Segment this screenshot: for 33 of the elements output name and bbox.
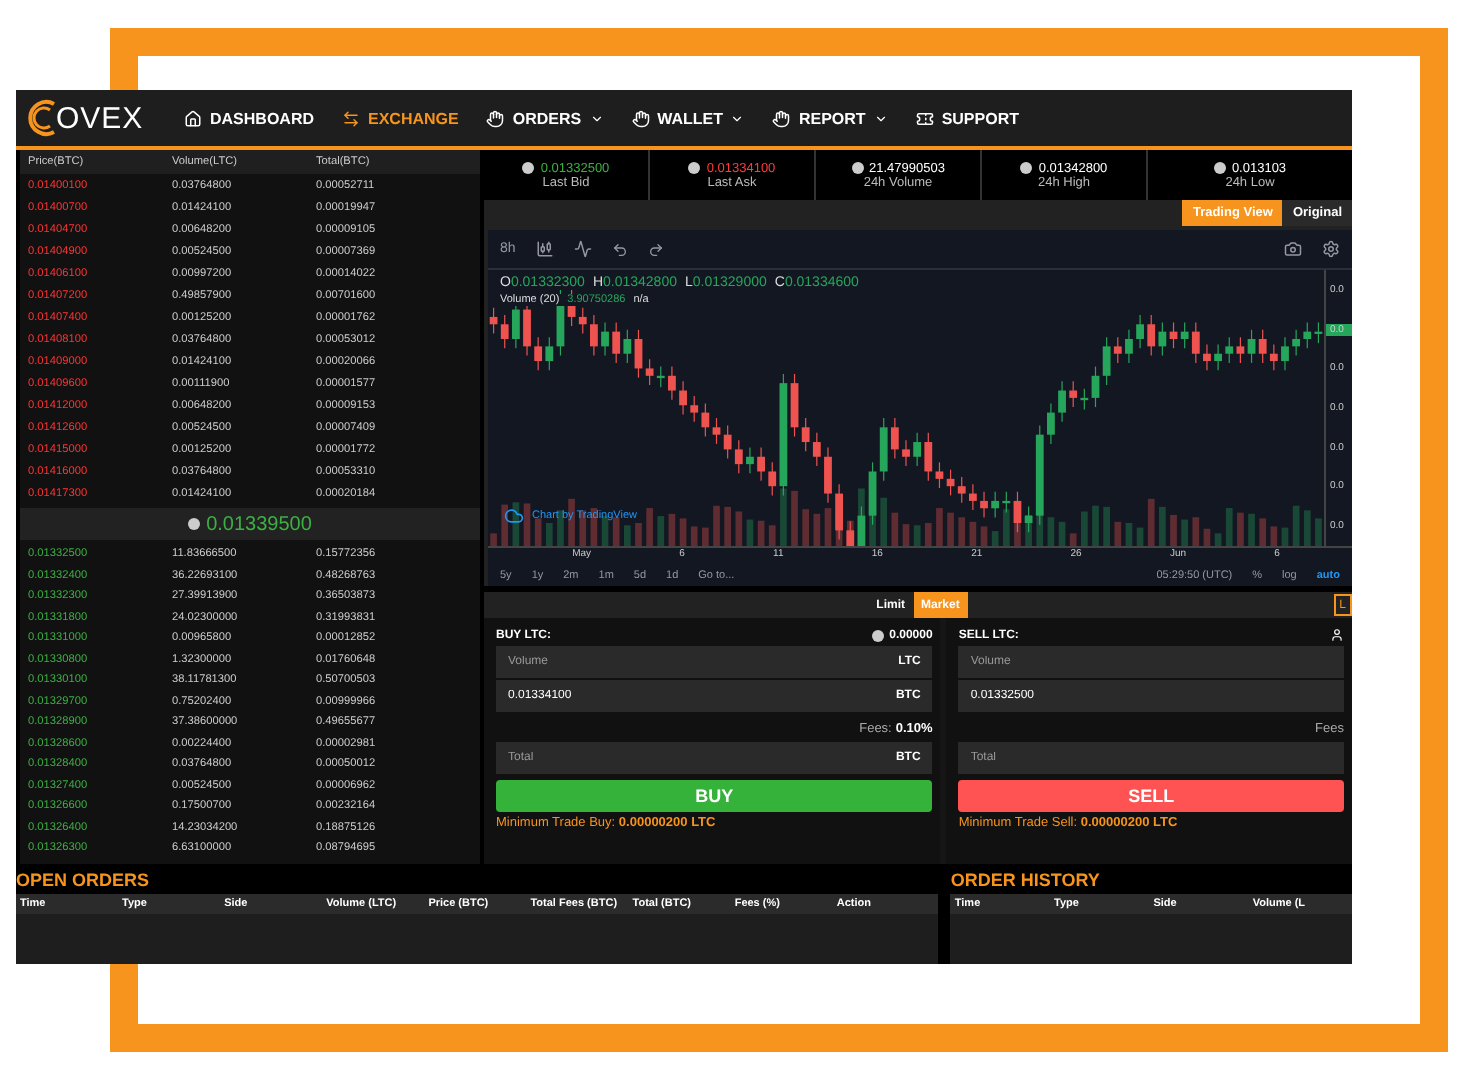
coin-icon bbox=[1213, 162, 1226, 174]
order-history-title: ORDER HISTORY bbox=[950, 868, 1102, 894]
undo-icon[interactable] bbox=[611, 241, 628, 257]
logo-text: OVEX bbox=[56, 101, 144, 135]
user-icon bbox=[1330, 628, 1344, 642]
nav-link[interactable]: DASHBOARD bbox=[184, 109, 314, 127]
coin-icon bbox=[522, 162, 535, 174]
nav-link[interactable]: WALLET bbox=[631, 109, 745, 127]
arrows-icon bbox=[342, 109, 360, 127]
last-price: 0.01339500 bbox=[206, 513, 312, 535]
nav-link[interactable]: SUPPORT bbox=[915, 109, 1019, 127]
nav-link[interactable]: ORDERS bbox=[486, 109, 604, 127]
coin-icon bbox=[1020, 162, 1033, 174]
coin-icon bbox=[688, 162, 701, 174]
candles-icon[interactable] bbox=[535, 240, 554, 258]
caret-icon bbox=[589, 111, 604, 125]
indicator-icon[interactable] bbox=[573, 240, 592, 258]
hand-icon bbox=[486, 109, 505, 127]
hand-icon bbox=[631, 109, 650, 127]
hand-icon bbox=[772, 109, 791, 127]
home-icon bbox=[184, 109, 202, 127]
coin-icon bbox=[851, 162, 864, 174]
caret-icon bbox=[730, 111, 745, 125]
open-orders-title: OPEN ORDERS bbox=[16, 868, 152, 894]
redo-icon[interactable] bbox=[647, 241, 664, 257]
camera-icon[interactable] bbox=[1284, 240, 1302, 258]
cloud-icon bbox=[504, 506, 524, 526]
caret-icon bbox=[873, 111, 888, 125]
settings-icon[interactable] bbox=[1322, 240, 1340, 258]
nav-link[interactable]: REPORT bbox=[772, 109, 888, 127]
nav-link[interactable]: EXCHANGE bbox=[342, 109, 459, 127]
ticket-icon bbox=[915, 109, 934, 127]
coin-icon bbox=[188, 518, 201, 530]
